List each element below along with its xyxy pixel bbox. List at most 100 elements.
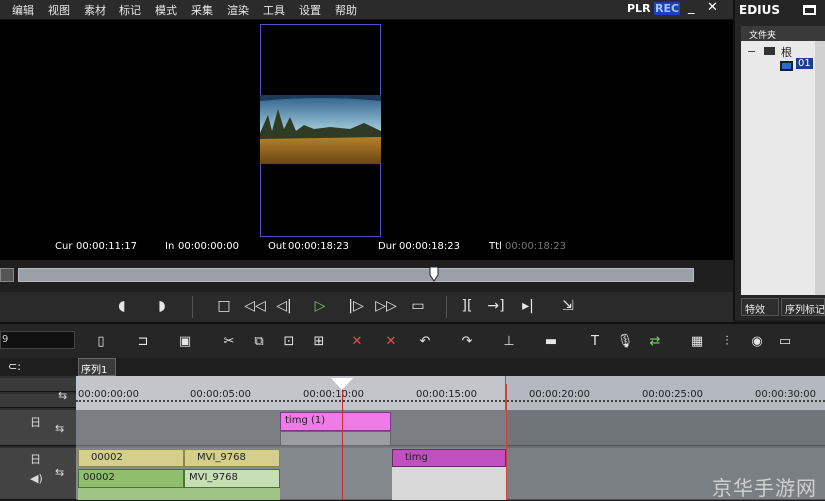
stop-icon[interactable]: □ [212, 295, 236, 317]
plr-toggle[interactable]: PLR [627, 2, 651, 15]
split-icon[interactable]: ▸| [516, 295, 540, 317]
tab-sequence-1[interactable]: 序列1 [78, 358, 116, 376]
new-document-icon[interactable]: ▯ [90, 331, 112, 351]
delete-icon[interactable]: ✕ [346, 331, 368, 351]
track-lock-icon[interactable]: 日 [30, 414, 41, 430]
sync-icon[interactable]: ⇄ [644, 331, 666, 351]
set-out-icon[interactable]: ◗ [150, 295, 174, 317]
cur-label: Cur [55, 241, 73, 252]
menu-help[interactable]: 帮助 [335, 2, 357, 18]
fast-forward-icon[interactable]: ▷▷ [374, 295, 398, 317]
video-clip[interactable]: MVI_9768 [184, 449, 280, 467]
undo-icon[interactable]: ↶ [414, 331, 436, 351]
menu-capture[interactable]: 采集 [191, 2, 213, 18]
title-clip[interactable]: timg (1) [280, 412, 391, 431]
redo-icon[interactable]: ↷ [456, 331, 478, 351]
replace-icon[interactable]: ⊞ [308, 331, 330, 351]
title-clip-lower [280, 431, 391, 446]
tree-collapse-icon[interactable]: − [747, 45, 756, 58]
microphone-icon[interactable]: 🎙 [614, 331, 636, 351]
watermark-text: 京华手游网 [712, 476, 817, 500]
folder-scrollbar[interactable] [815, 41, 825, 295]
out-value: 00:00:18:23 [288, 241, 350, 252]
video-clip[interactable]: 00002 [78, 449, 184, 467]
loop-icon[interactable]: ▭ [406, 295, 430, 317]
mixer-icon[interactable]: ⫶ [716, 331, 738, 351]
dur-label: Dur [378, 241, 397, 252]
ruler-tick-label: 00:00:05:00 [190, 389, 252, 400]
audio-clip[interactable]: 00002 [78, 469, 184, 488]
transport-divider-2 [446, 296, 447, 318]
position-marker-icon[interactable] [429, 266, 439, 282]
out-label: Out [268, 241, 287, 252]
insert-icon[interactable]: ][ [455, 295, 479, 317]
dur-value: 00:00:18:23 [399, 241, 461, 252]
folder-header: 文件夹 [741, 26, 825, 41]
video-clip-timg[interactable]: timg [392, 449, 506, 467]
rewind-icon[interactable]: ◁◁ [243, 295, 267, 317]
menu-clip[interactable]: 素材 [84, 2, 106, 18]
tree-root-label[interactable]: 根 [781, 44, 792, 60]
link-icon[interactable]: ▬ [540, 331, 562, 351]
step-forward-icon[interactable]: |▷ [344, 295, 368, 317]
menu-marker[interactable]: 标记 [119, 2, 141, 18]
ttl-value: 00:00:18:23 [505, 241, 567, 252]
timeline-field[interactable]: 9 [0, 331, 75, 349]
ttl-label: Ttl [489, 241, 502, 252]
sequence-tab-row [0, 358, 825, 376]
menu-view[interactable]: 视图 [48, 2, 70, 18]
ruler-tick-label: 00:00:20:00 [529, 389, 591, 400]
expand-icon[interactable]: ⇆ [58, 389, 67, 402]
scrub-left-handle[interactable] [0, 268, 14, 282]
menu-bar: 编辑 视图 素材 标记 模式 采集 渲染 工具 设置 帮助 PLR REC _ … [0, 0, 733, 20]
text-icon[interactable]: T [584, 331, 606, 351]
ruler-tick-label: 00:00:25:00 [642, 389, 704, 400]
audio-clip[interactable]: MVI_9768 [184, 469, 280, 488]
position-slider[interactable] [18, 268, 694, 282]
app-logo: EDIUS [739, 3, 781, 17]
step-back-icon[interactable]: ◁| [272, 295, 296, 317]
open-folder-icon[interactable]: ⊐ [132, 331, 154, 351]
rec-toggle[interactable]: REC [654, 2, 681, 15]
folder-icon[interactable] [803, 5, 816, 15]
set-in-icon[interactable]: ◖ [110, 295, 134, 317]
timg-audio-empty [392, 467, 506, 500]
scissors-icon[interactable]: ✂ [218, 331, 240, 351]
minimize-icon[interactable]: _ [688, 0, 695, 15]
menu-render[interactable]: 渲染 [227, 2, 249, 18]
overwrite-icon[interactable]: →] [484, 295, 508, 317]
close-icon[interactable]: ✕ [707, 0, 718, 15]
tab-sequence-markers[interactable]: 序列标记 [781, 298, 825, 316]
menu-edit[interactable]: 编辑 [12, 2, 34, 18]
ruler-tick-label: 00:00:00:00 [78, 389, 140, 400]
track-swap-icon[interactable]: ⇆ [55, 422, 64, 435]
play-icon[interactable]: ▷ [308, 295, 332, 317]
preview-image [260, 95, 381, 164]
track-toggle-icon[interactable]: ⊂: [8, 360, 21, 373]
tab-effects[interactable]: 特效 [741, 298, 779, 316]
track-swap-icon-2[interactable]: ⇆ [55, 466, 64, 479]
ruler-tick-label: 00:00:30:00 [755, 389, 817, 400]
export-icon[interactable]: ⇲ [556, 295, 580, 317]
menu-settings[interactable]: 设置 [299, 2, 321, 18]
palette-icon[interactable]: ◉ [746, 331, 768, 351]
save-icon[interactable]: ▣ [174, 331, 196, 351]
ruler-ticks [76, 400, 825, 404]
menu-tools[interactable]: 工具 [263, 2, 285, 18]
layout-icon[interactable]: ▭ [774, 331, 796, 351]
playhead-line [342, 384, 343, 500]
speaker-icon[interactable]: ◀) [30, 472, 43, 485]
snap-icon[interactable]: ⊥ [498, 331, 520, 351]
out-point-line [506, 384, 507, 500]
ripple-delete-icon[interactable]: ✕ [380, 331, 402, 351]
paste-icon[interactable]: ⊡ [278, 331, 300, 351]
video-track-icon[interactable]: 日 [30, 451, 41, 467]
transport-divider [192, 296, 193, 318]
tree-child-label[interactable]: 01 [796, 58, 813, 69]
ruler-tick-label: 00:00:15:00 [416, 389, 478, 400]
menu-mode[interactable]: 模式 [155, 2, 177, 18]
playhead-icon[interactable] [331, 378, 353, 390]
grid-icon[interactable]: ▦ [686, 331, 708, 351]
copy-icon[interactable]: ⧉ [248, 331, 270, 351]
audio-waveform [78, 488, 280, 500]
